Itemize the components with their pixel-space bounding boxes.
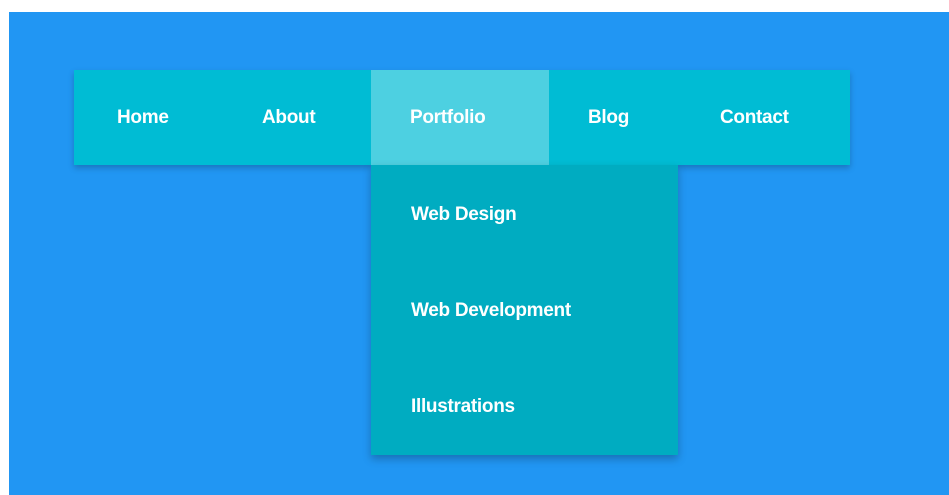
nav-item-portfolio[interactable]: Portfolio [371,70,549,165]
nav-item-label: Portfolio [410,106,486,128]
nav-item-about[interactable]: About [224,70,371,165]
dropdown-item-label: Web Development [411,300,571,321]
nav-item-blog[interactable]: Blog [549,70,675,165]
portfolio-dropdown-menu: Web Design Web Development Illustrations [371,165,678,455]
dropdown-item-label: Illustrations [411,396,515,417]
dropdown-item-label: Web Design [411,204,517,225]
dropdown-item-web-development[interactable]: Web Development [371,263,678,359]
nav-item-label: Blog [588,106,630,128]
main-navbar: Home About Portfolio Blog Contact [74,70,850,165]
dropdown-item-web-design[interactable]: Web Design [371,167,678,263]
dropdown-item-illustrations[interactable]: Illustrations [371,359,678,455]
nav-item-home[interactable]: Home [74,70,224,165]
nav-item-label: About [262,106,316,128]
nav-item-label: Home [117,106,169,128]
nav-item-contact[interactable]: Contact [675,70,850,165]
nav-item-label: Contact [720,106,789,128]
